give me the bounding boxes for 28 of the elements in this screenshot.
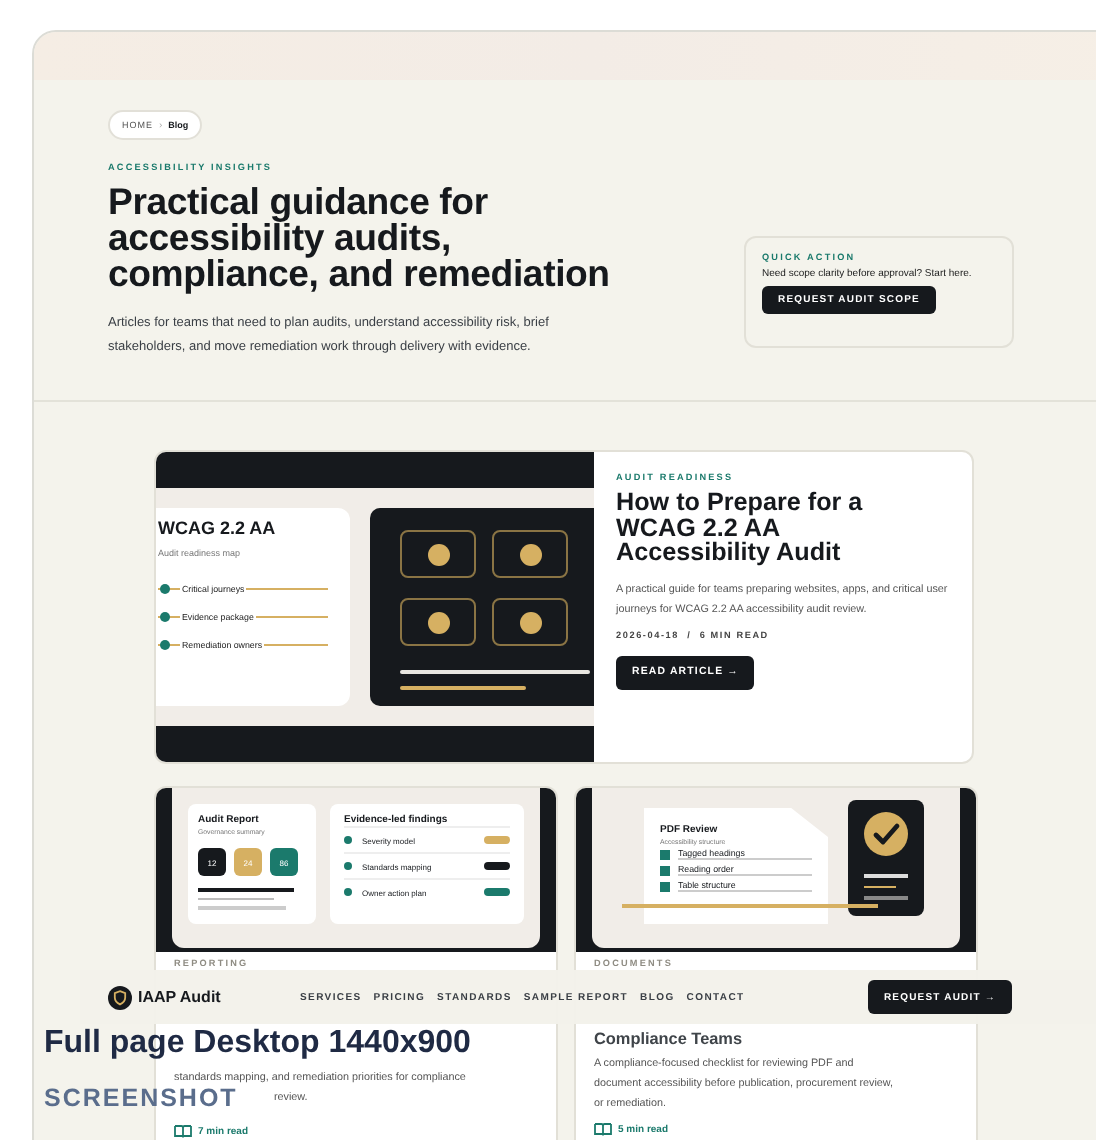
shield-logo-icon <box>108 985 132 1009</box>
progress-line <box>400 686 526 690</box>
brand-name[interactable]: IAAP Audit <box>138 988 221 1006</box>
report-line <box>198 888 294 891</box>
dot-tile-icon <box>400 530 476 578</box>
checkbox-icon <box>660 849 670 859</box>
dot-tile-icon <box>492 530 568 578</box>
status-dot-icon <box>344 888 352 896</box>
dot-tile-icon <box>492 598 568 646</box>
book-icon <box>174 1124 192 1138</box>
map-title: WCAG 2.2 AA <box>158 518 278 538</box>
card-title: Compliance Teams <box>594 1030 745 1048</box>
caption-title: Full page Desktop 1440x900 <box>44 1026 471 1060</box>
dot-tile-icon <box>400 598 476 646</box>
status-dot-icon <box>160 611 170 621</box>
article-title: How to Prepare for a WCAG 2.2 AA Accessibility Audit <box>616 490 865 565</box>
checkbox-icon <box>660 881 670 891</box>
report-line <box>198 897 274 900</box>
page-heading: Practical guidance for accessibility audits, compliance, and remediation <box>108 184 612 292</box>
book-icon <box>594 1122 612 1136</box>
status-dot-icon <box>160 583 170 593</box>
checkmark-icon <box>864 812 908 856</box>
status-dot-icon <box>344 836 352 844</box>
checkbox-icon <box>660 865 670 875</box>
caption-subtitle: SCREENSHOT <box>44 1086 238 1112</box>
report-line <box>198 906 286 909</box>
status-dot-icon <box>344 862 352 870</box>
status-dot-icon <box>160 639 170 649</box>
